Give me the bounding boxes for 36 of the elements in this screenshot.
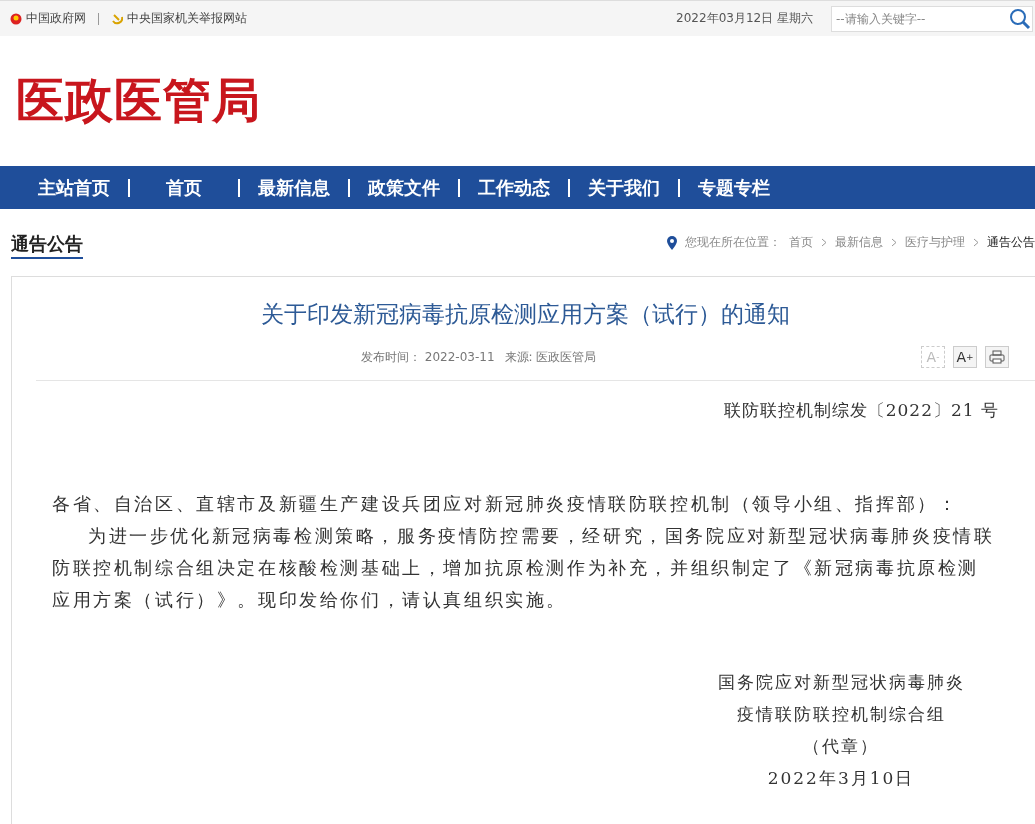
nav-link[interactable]: 工作动态	[460, 175, 568, 200]
nav-link[interactable]: 关于我们	[570, 175, 678, 200]
signature-line: （代章）	[802, 735, 880, 758]
site-title: 医政医管局	[16, 71, 261, 130]
addressee-text: 各省、自治区、直辖市及新疆生产建设兵团应对新冠肺炎疫情联防联控机制（领导小组、指挥部）：	[52, 492, 960, 516]
printer-icon	[989, 350, 1005, 364]
site-link[interactable]: 中央国家机关举报网站	[127, 10, 247, 27]
breadcrumb-link[interactable]: 首页	[789, 234, 813, 251]
font-size-button[interactable]: A$^{+}$	[953, 346, 977, 368]
search-field[interactable]: --请输入关键字--	[831, 5, 1033, 32]
nav-link[interactable]: 专题专栏	[680, 175, 788, 200]
signature-line: 疫情联防联控机制综合组	[735, 703, 947, 726]
nav-link[interactable]: 政策文件	[350, 175, 458, 200]
chevron-icon	[973, 238, 979, 247]
nav-link[interactable]: 主站首页	[20, 175, 128, 200]
breadcrumb-label: 您现在所在位置：	[685, 234, 781, 251]
chevron-icon	[891, 238, 897, 247]
site-link[interactable]: 中国政府网	[26, 10, 86, 27]
signature-line: 国务院应对新型冠状病毒肺炎	[716, 671, 966, 694]
chevron-icon	[821, 238, 827, 247]
source-text: 来源: 医政医管局	[504, 348, 597, 366]
publish-date: 发布时间： 2022-03-11	[361, 348, 495, 366]
breadcrumb-link[interactable]: 最新信息	[835, 234, 883, 251]
breadcrumb-link[interactable]: 通告公告	[987, 234, 1035, 251]
signature-line: 2022年3月10日	[766, 767, 916, 790]
location-pin-icon	[667, 235, 677, 250]
nav-link[interactable]: 最新信息	[240, 175, 348, 200]
search-icon[interactable]	[1009, 7, 1031, 30]
breadcrumb-link[interactable]: 医疗与护理	[905, 234, 965, 251]
section-title: 通告公告	[11, 232, 83, 259]
print-button[interactable]	[985, 346, 1009, 368]
body-paragraph: 为进一步优化新冠病毒检测策略，服务疫情防控需要，经研究，国务院应对新型冠状病毒肺炎疫情联防联控机制综合组决定在核酸检测基础上，增加抗原检测作为补充，并组织制定了《新冠病毒抗原检测应用方案（试行）》。现印发给你们，请认真组织实施。	[52, 524, 996, 612]
article-title: 关于印发新冠病毒抗原检测应用方案（试行）的通知	[260, 300, 791, 329]
nav-link[interactable]: 首页	[130, 175, 238, 200]
date-text: 2022年03月12日 星期六	[676, 10, 813, 27]
document-number: 联防联控机制综发〔2022〕21 号	[722, 399, 999, 422]
